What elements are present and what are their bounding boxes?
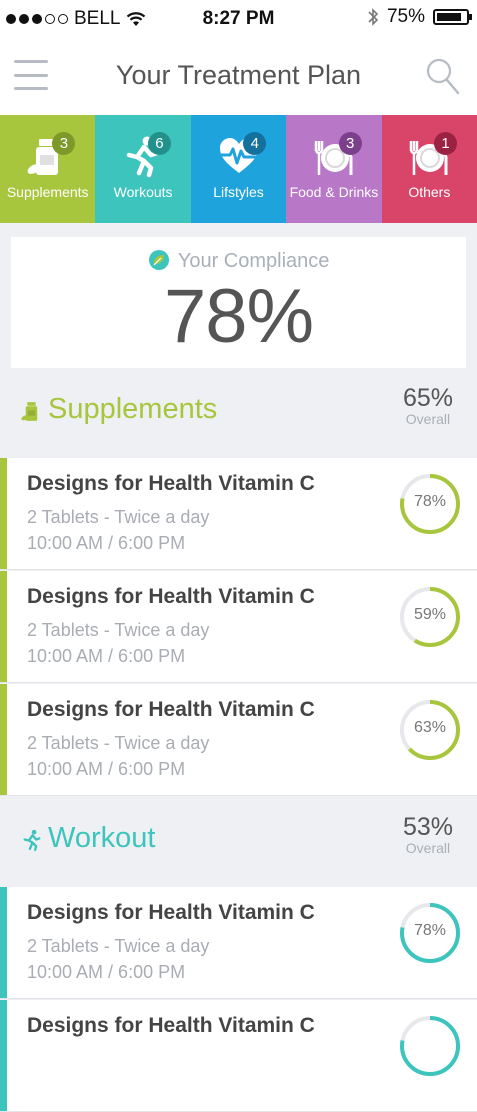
section-percent-block: 53% Overall [403,813,453,856]
tab-food-drinks[interactable]: 3 Food & Drinks [286,115,382,223]
section-overall-label: Overall [405,840,451,856]
leaf-icon [148,250,169,270]
running-person-icon [23,829,41,852]
tab-count-badge: 6 [147,132,171,155]
section-title: Supplements [48,393,218,425]
tab-supplements[interactable]: 3 Supplements [0,115,96,223]
treatment-item[interactable]: Designs for Health Vitamin C 2 Tablets - … [0,571,477,683]
tab-label: Others [408,184,451,200]
compliance-percent: 59% [413,606,447,623]
status-bar: BELL 8:27 PM 75% [0,0,477,38]
compliance-label: Your Compliance [177,250,330,272]
compliance-ring [400,1016,460,1076]
tab-label: Workouts [113,184,173,200]
tab-count-badge: 4 [243,132,267,155]
nav-bar: Your Treatment Plan [0,38,477,115]
section-overall-label: Overall [405,411,451,427]
item-schedule: 10:00 AM / 6:00 PM [27,646,186,666]
section-percent: 65% [402,384,453,412]
item-name: Designs for Health Vitamin C [27,698,315,721]
item-dosage: 2 Tablets - Twice a day [27,936,210,956]
tab-label: Supplements [6,184,89,200]
compliance-percent: 78% [413,493,447,510]
item-dosage: 2 Tablets - Twice a day [27,507,210,527]
category-stripe [0,1000,7,1111]
item-name: Designs for Health Vitamin C [27,1014,315,1037]
item-schedule: 10:00 AM / 6:00 PM [27,533,186,553]
category-stripe [0,458,7,569]
item-name: Designs for Health Vitamin C [27,901,315,924]
treatment-item[interactable]: Designs for Health Vitamin C 2 Tablets - … [0,458,477,570]
item-name: Designs for Health Vitamin C [27,472,315,495]
section-title: Workout [48,822,156,854]
tab-count-badge: 3 [52,132,76,155]
category-stripe [0,571,7,682]
item-dosage: 2 Tablets - Twice a day [27,620,210,640]
compliance-card: Your Compliance 78% [11,237,466,368]
compliance-percent: 78% [413,922,447,939]
item-dosage: 2 Tablets - Twice a day [27,733,210,753]
section-percent-block: 65% Overall [403,384,453,427]
search-icon[interactable] [425,56,461,96]
section-percent: 53% [402,813,453,841]
tab-lifstyles[interactable]: 4 Lifstyles [190,115,287,223]
pill-bottle-icon [21,402,38,421]
section-header-supplements: Supplements 65% Overall [0,384,477,446]
section-header-workout: Workout 53% Overall [0,813,477,875]
tab-workouts[interactable]: 6 Workouts [95,115,191,223]
bluetooth-icon [368,8,379,26]
tab-count-badge: 3 [338,132,362,155]
compliance-value: 78% [163,274,314,359]
treatment-item[interactable]: Designs for Health Vitamin C 2 Tablets - … [0,684,477,796]
category-stripe [0,684,7,795]
tab-label: Food & Drinks [289,184,379,200]
tab-label: Lifstyles [213,184,264,200]
item-schedule: 10:00 AM / 6:00 PM [27,962,186,982]
item-name: Designs for Health Vitamin C [27,585,315,608]
page-title: Your Treatment Plan [115,60,362,90]
category-stripe [0,887,7,998]
tab-count-badge: 1 [434,132,458,155]
category-tabs: 3 Supplements 6 Workouts 4 Lifstyles 3 Food & D… [0,115,477,223]
item-schedule: 10:00 AM / 6:00 PM [27,759,186,779]
battery-icon [433,9,472,25]
treatment-item[interactable]: Designs for Health Vitamin C 2 Tablets - … [0,887,477,999]
battery-percent: 75% [386,6,425,27]
compliance-percent: 63% [413,719,447,736]
tab-others[interactable]: 1 Others [381,115,477,223]
treatment-item[interactable]: Designs for Health Vitamin C [0,1000,477,1112]
